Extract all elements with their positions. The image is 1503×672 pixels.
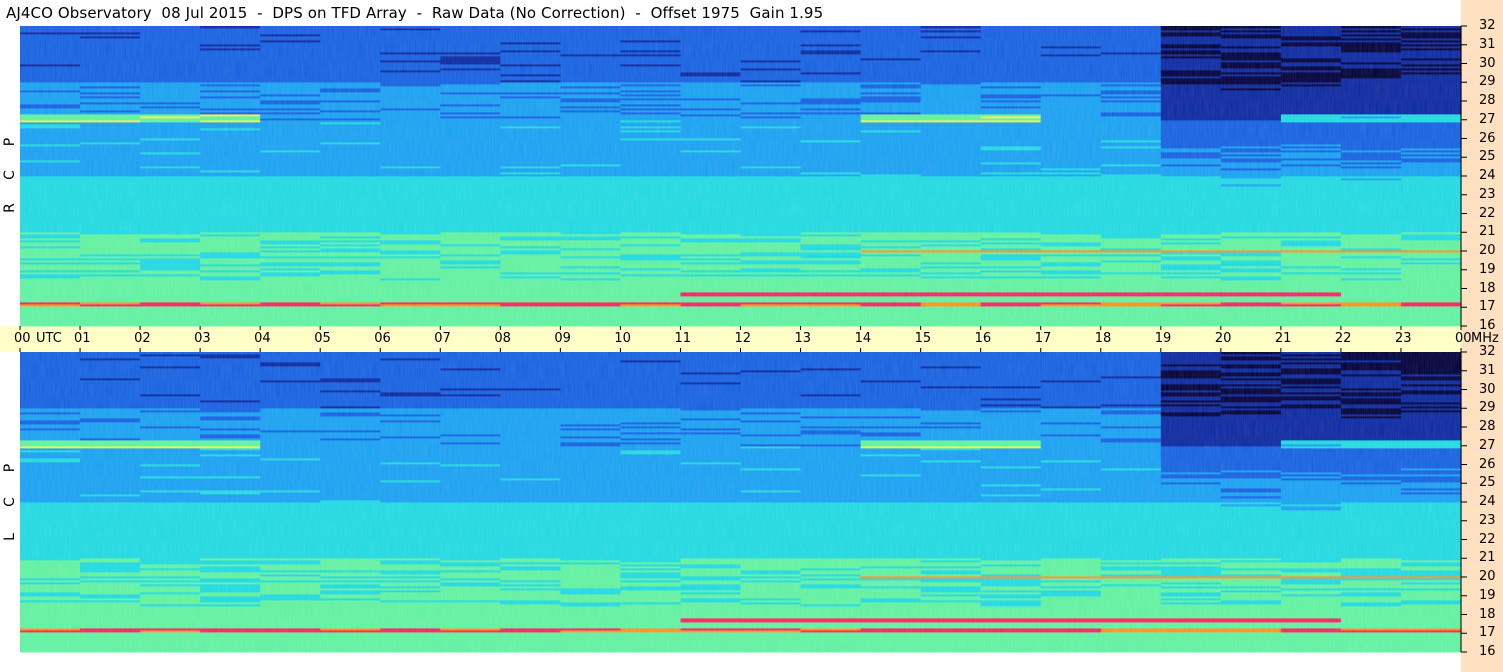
spectrogram-panel-1 bbox=[20, 26, 1462, 327]
spectrogram-panel-2 bbox=[20, 352, 1462, 653]
spectrogram-window: AJ4CO Observatory 08 Jul 2015 - DPS on T… bbox=[0, 0, 1503, 672]
spectrogram-plot bbox=[19, 25, 1467, 653]
